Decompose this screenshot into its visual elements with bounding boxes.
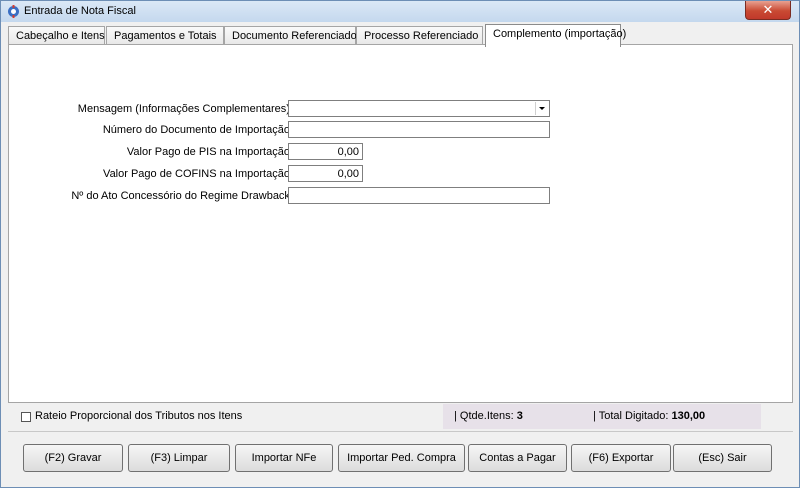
chevron-down-icon[interactable] xyxy=(535,102,548,115)
tab-pagamentos-totais[interactable]: Pagamentos e Totais xyxy=(106,26,224,46)
tab-documento-referenciado[interactable]: Documento Referenciado xyxy=(224,26,357,46)
rateio-label[interactable]: Rateio Proporcional dos Tributos nos Ite… xyxy=(35,410,242,422)
close-button[interactable]: ✕ xyxy=(745,1,791,20)
tab-processo-referenciado[interactable]: Processo Referenciado xyxy=(356,26,483,46)
button-bar: (F2) Gravar (F3) Limpar Importar NFe Imp… xyxy=(8,431,793,482)
importar-nfe-button[interactable]: Importar NFe xyxy=(235,444,333,472)
tab-cabecalho-itens[interactable]: Cabeçalho e Itens xyxy=(8,26,105,46)
mensagem-select[interactable] xyxy=(288,100,550,117)
total-label: | Total Digitado: xyxy=(593,410,669,422)
qtde-value: 3 xyxy=(516,410,523,422)
contas-pagar-button[interactable]: Contas a Pagar xyxy=(468,444,567,472)
tab-strip: Cabeçalho e Itens Pagamentos e Totais Do… xyxy=(8,24,793,47)
title-bar[interactable]: Entrada de Nota Fiscal ✕ xyxy=(1,1,799,22)
importar-pedido-compra-button[interactable]: Importar Ped. Compra xyxy=(338,444,465,472)
tab-complemento-importacao[interactable]: Complemento (importação) xyxy=(485,24,626,47)
ato-input[interactable] xyxy=(288,187,550,204)
sair-button[interactable]: (Esc) Sair xyxy=(673,444,772,472)
qtde-label: | Qtde.Itens: xyxy=(454,410,514,422)
limpar-button[interactable]: (F3) Limpar xyxy=(128,444,230,472)
gravar-button[interactable]: (F2) Gravar xyxy=(23,444,123,472)
client-area: Cabeçalho e Itens Pagamentos e Totais Do… xyxy=(8,22,793,482)
close-icon: ✕ xyxy=(762,2,774,17)
qtde-itens: | Qtde.Itens: 3 xyxy=(454,410,523,422)
window-title: Entrada de Nota Fiscal xyxy=(24,5,136,17)
rateio-checkbox[interactable] xyxy=(21,412,31,422)
num-doc-input[interactable] xyxy=(288,121,550,138)
pis-label: Valor Pago de PIS na Importação: xyxy=(126,146,293,158)
mensagem-label: Mensagem (Informações Complementares): xyxy=(77,103,293,115)
footer-strip: Rateio Proporcional dos Tributos nos Ite… xyxy=(8,403,793,431)
main-window: Entrada de Nota Fiscal ✕ Cabeçalho e Ite… xyxy=(0,0,800,488)
app-icon xyxy=(8,5,19,18)
cofins-input[interactable]: 0,00 xyxy=(288,165,363,182)
totals-box: | Qtde.Itens: 3 | Total Digitado: 130,00 xyxy=(443,404,761,429)
total-digitado: | Total Digitado: 130,00 xyxy=(593,410,705,422)
pis-input[interactable]: 0,00 xyxy=(288,143,363,160)
num-doc-label: Número do Documento de Importação: xyxy=(102,124,293,136)
cofins-label: Valor Pago de COFINS na Importação: xyxy=(103,168,293,180)
tab-panel-complemento: Mensagem (Informações Complementares): N… xyxy=(8,44,793,403)
exportar-button[interactable]: (F6) Exportar xyxy=(571,444,671,472)
total-value: 130,00 xyxy=(671,410,706,422)
ato-label: Nº do Ato Concessório do Regime Drawback… xyxy=(71,190,293,202)
